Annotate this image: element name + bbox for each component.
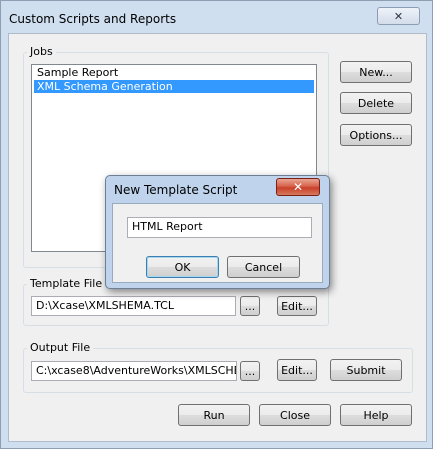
jobs-group-label: Jobs bbox=[27, 45, 56, 58]
list-item[interactable]: Sample Report bbox=[34, 66, 314, 79]
close-icon: ✕ bbox=[393, 9, 404, 23]
template-browse-button[interactable]: ... bbox=[240, 296, 260, 316]
window-close-button[interactable]: ✕ bbox=[377, 7, 420, 25]
window-title: Custom Scripts and Reports bbox=[9, 12, 177, 26]
dialog-title: New Template Script bbox=[114, 183, 238, 197]
template-file-field[interactable]: D:\Xcase\XMLSHEMA.TCL bbox=[31, 296, 236, 316]
output-edit-button[interactable]: Edit... bbox=[277, 359, 317, 381]
template-file-label: Template File bbox=[27, 277, 106, 290]
output-file-label: Output File bbox=[27, 341, 94, 354]
run-button[interactable]: Run bbox=[178, 404, 250, 426]
new-template-script-dialog: New Template Script ✕ HTML Report OK Can… bbox=[105, 175, 330, 289]
template-name-input[interactable]: HTML Report bbox=[127, 217, 312, 238]
close-icon: ✕ bbox=[292, 180, 304, 194]
new-job-button[interactable]: New... bbox=[340, 61, 412, 83]
dialog-client-area: HTML Report OK Cancel bbox=[112, 203, 323, 283]
help-button[interactable]: Help bbox=[340, 404, 412, 426]
ok-button[interactable]: OK bbox=[146, 256, 219, 278]
delete-job-button[interactable]: Delete bbox=[340, 92, 412, 114]
list-item[interactable]: XML Schema Generation bbox=[34, 80, 314, 93]
cancel-button[interactable]: Cancel bbox=[227, 256, 300, 278]
options-button[interactable]: Options... bbox=[340, 124, 412, 146]
close-button[interactable]: Close bbox=[259, 404, 331, 426]
dialog-close-button[interactable]: ✕ bbox=[276, 178, 320, 196]
submit-button[interactable]: Submit bbox=[330, 359, 402, 381]
template-edit-button[interactable]: Edit... bbox=[277, 296, 317, 316]
output-browse-button[interactable]: ... bbox=[240, 361, 260, 381]
output-file-field[interactable]: C:\xcase8\AdventureWorks\XMLSCHEMA.XSD bbox=[31, 361, 237, 381]
